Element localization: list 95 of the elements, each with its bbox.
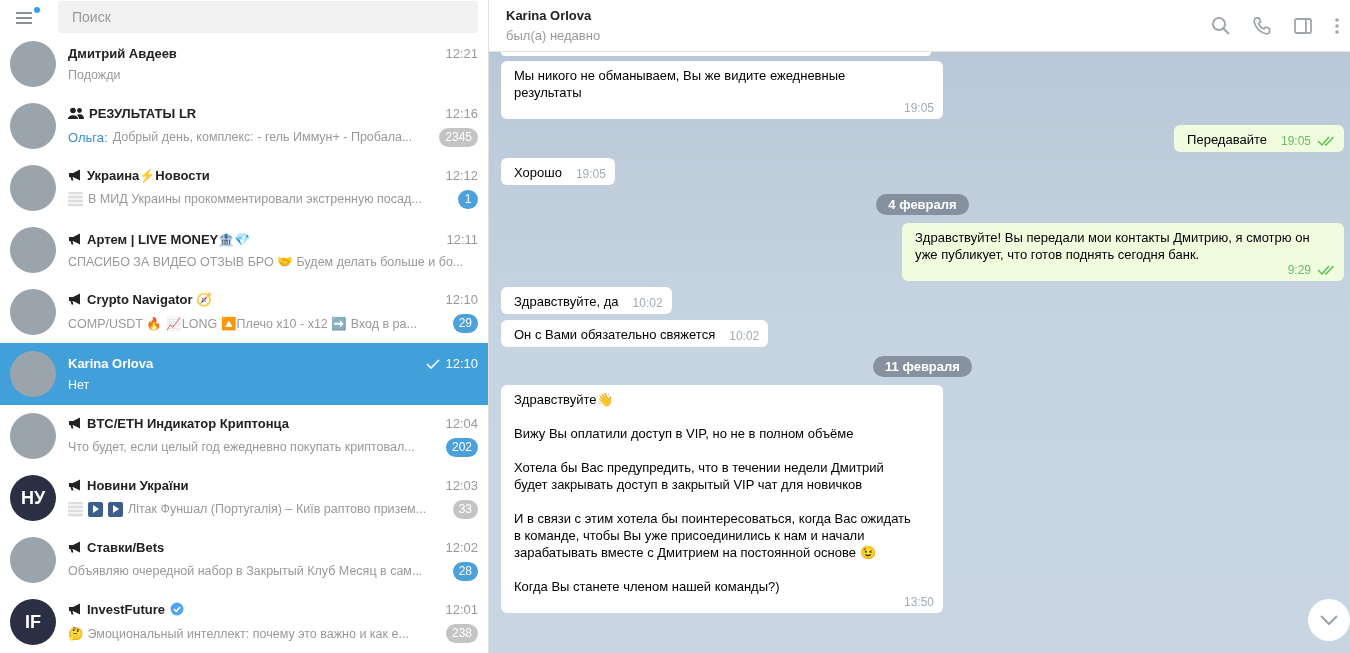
message-preview: В МИД Украины прокомментировали экстренную посад...: [88, 192, 422, 206]
message-preview: Літак Фуншал (Португалія) – Київ раптово призем...: [128, 502, 427, 516]
chat-name: Crypto Navigator 🧭: [87, 291, 213, 307]
phone-icon[interactable]: [1252, 15, 1272, 36]
chevron-down-icon: [1319, 614, 1339, 626]
message-preview: Подожди: [68, 68, 121, 82]
chat-list-item[interactable]: BTC/ETH Индикатор Криптонца 12:04 Что будет, если целый год ежедневно покупать криптовал... 202: [0, 405, 488, 467]
unread-count: 238: [445, 623, 478, 643]
avatar: [10, 413, 56, 459]
chat-list-item[interactable]: Ставки/Bets 12:02 Объявляю очередной набор в Закрытый Клуб Месяц в сам... 28: [0, 529, 488, 591]
unread-count: 1: [458, 189, 478, 209]
avatar: [10, 537, 56, 583]
megaphone-icon: [68, 169, 82, 181]
search-icon[interactable]: [1211, 15, 1231, 36]
more-icon[interactable]: [1334, 15, 1340, 36]
chat-time: 12:02: [445, 539, 478, 555]
chat-list-item[interactable]: РЕЗУЛЬТАТЫ LR 12:16 Ольга: Добрый день, комплекс: - гель Иммун+ - Пробала... 2345: [0, 95, 488, 157]
unread-count: 28: [452, 561, 478, 581]
message-preview: Добрый день, комплекс: - гель Иммун+ - Пробала...: [112, 130, 413, 144]
sidebar-toggle-icon[interactable]: [1293, 15, 1313, 36]
message-text: Здравствуйте, да: [514, 293, 619, 310]
message-text: Мы никого не обманываем, Вы же видите ежедневные результаты: [514, 67, 847, 101]
chat-name: Новини України: [87, 477, 189, 493]
megaphone-icon: [68, 417, 82, 429]
last-seen-status: был(а) недавно: [506, 28, 602, 43]
megaphone-icon: [68, 233, 82, 245]
avatar: [10, 289, 56, 335]
video-thumbnail-icon: [88, 501, 103, 517]
megaphone-icon: [68, 479, 82, 491]
avatar: НУ: [10, 475, 56, 521]
chat-name: InvestFuture: [87, 601, 165, 617]
message-preview: 🤔 Эмоциональный интеллект: почему это важно и как е...: [68, 625, 409, 641]
image-thumbnail-icon: [68, 191, 83, 207]
unread-count: 33: [452, 499, 478, 519]
message-time: 19:05: [1280, 134, 1311, 148]
chat-name: Ставки/Bets: [87, 539, 165, 555]
chat-time: 12:04: [445, 415, 478, 431]
megaphone-icon: [68, 293, 82, 305]
unread-count: 202: [445, 437, 478, 457]
message-preview: COMP/USDT 🔥 📈LONG 🔼Плечо x10 - x12 ➡ Вход в ра...: [68, 315, 417, 331]
message-time: 9:29: [1287, 263, 1311, 277]
message-text: Передавайте: [1187, 131, 1267, 148]
chat-name: BTC/ETH Индикатор Криптонца: [87, 415, 289, 431]
avatar: [10, 227, 56, 273]
video-thumbnail-icon: [108, 501, 123, 517]
message-time: 13:50: [903, 595, 934, 609]
menu-button[interactable]: [14, 6, 38, 27]
message-text: Хорошо: [514, 164, 562, 181]
chat-time: 12:12: [445, 167, 478, 183]
message-time: 19:05: [575, 167, 606, 181]
image-thumbnail-icon: [68, 501, 83, 517]
avatar: [10, 351, 56, 397]
chat-time: 12:16: [445, 105, 478, 121]
chat-name: Украина⚡Новости: [87, 167, 210, 183]
message-time: 19:05: [903, 101, 934, 115]
search-field[interactable]: Поиск: [58, 0, 478, 33]
avatar: [10, 165, 56, 211]
message-text: Здравствуйте👋 Вижу Вы оплатили доступ в VIP, но не в полном объёме Хотела бы Вас предупредить, что в течении недели Дмитрий будет закрывать доступ в закрытый VIP чат для новичков И в связи с этим хотела бы поинтересоваться, когда Вас ожидать в команде, чтобы Вы уже присоединились к нам и начали зарабатывать вместе с Дмитрием на постоянной основе 😉 Когда Вы станете членом нашей команды?): [514, 391, 912, 595]
chat-time: 12:10: [445, 291, 478, 307]
chat-list-item[interactable]: Дмитрий Авдеев 12:21 Подожди: [0, 33, 488, 95]
message-text: Здравствуйте! Вы передали мои контакты Дмитрию, я смотрю он уже публикует, что готов поднять сегодня банк.: [915, 229, 1311, 263]
avatar: IF: [10, 599, 56, 645]
chat-time: 12:10: [445, 356, 478, 371]
date-separator: 4 февраля: [876, 194, 969, 215]
chat-list-item[interactable]: IF InvestFuture 12:01 🤔 Эмоциональный интеллект: почему это важно и как е... 238: [0, 591, 488, 653]
chat-time: 12:03: [445, 477, 478, 493]
message-text: Он с Вами обязательно свяжется: [514, 326, 716, 343]
message-preview: Что будет, если целый год ежедневно покупать криптовал...: [68, 440, 415, 454]
chat-list-item[interactable]: Артем | LIVE MONEY🏦💎 12:11 СПАСИБО ЗА ВИДЕО ОТЗЫВ БРО 🤝 Будем делать больше и бо...: [0, 219, 488, 281]
scroll-down-button[interactable]: [1308, 599, 1350, 641]
megaphone-icon: [68, 603, 82, 615]
message-preview: Объявляю очередной набор в Закрытый Клуб Месяц в сам...: [68, 564, 423, 578]
chat-name: РЕЗУЛЬТАТЫ LR: [89, 105, 197, 121]
chat-list-item[interactable]: Украина⚡Новости 12:12 В МИД Украины прокомментировали экстренную посад... 1: [0, 157, 488, 219]
unread-count: 2345: [439, 127, 478, 147]
chat-name: Karina Orlova: [68, 356, 154, 371]
group-icon: [68, 107, 84, 119]
chat-time: 12:11: [446, 231, 478, 247]
message-preview: Нет: [68, 378, 90, 392]
chat-time: 12:21: [445, 46, 478, 61]
avatar: [10, 103, 56, 149]
message-time: 10:02: [729, 329, 760, 343]
message-time: 10:02: [632, 296, 663, 310]
message-preview: СПАСИБО ЗА ВИДЕО ОТЗЫВ БРО 🤝 Будем делать больше и бо...: [68, 253, 464, 269]
chat-list-item[interactable]: НУ Новини України 12:03 Літак Фуншал (Португалія) – Київ раптово призем... 33: [0, 467, 488, 529]
date-separator: 11 февраля: [873, 356, 972, 377]
chat-time: 12:01: [445, 601, 478, 617]
chat-list-item[interactable]: Crypto Navigator 🧭 12:10 COMP/USDT 🔥 📈LONG 🔼Плечо x10 - x12 ➡ Вход в ра... 29: [0, 281, 488, 343]
unread-count: 29: [452, 313, 478, 333]
chat-title: Karina Orlova: [506, 8, 593, 23]
chat-name: Дмитрий Авдеев: [68, 46, 177, 61]
chat-name: Артем | LIVE MONEY🏦💎: [87, 231, 251, 247]
sender-name: Ольга:: [68, 129, 108, 145]
avatar: [10, 41, 56, 87]
megaphone-icon: [68, 541, 82, 553]
